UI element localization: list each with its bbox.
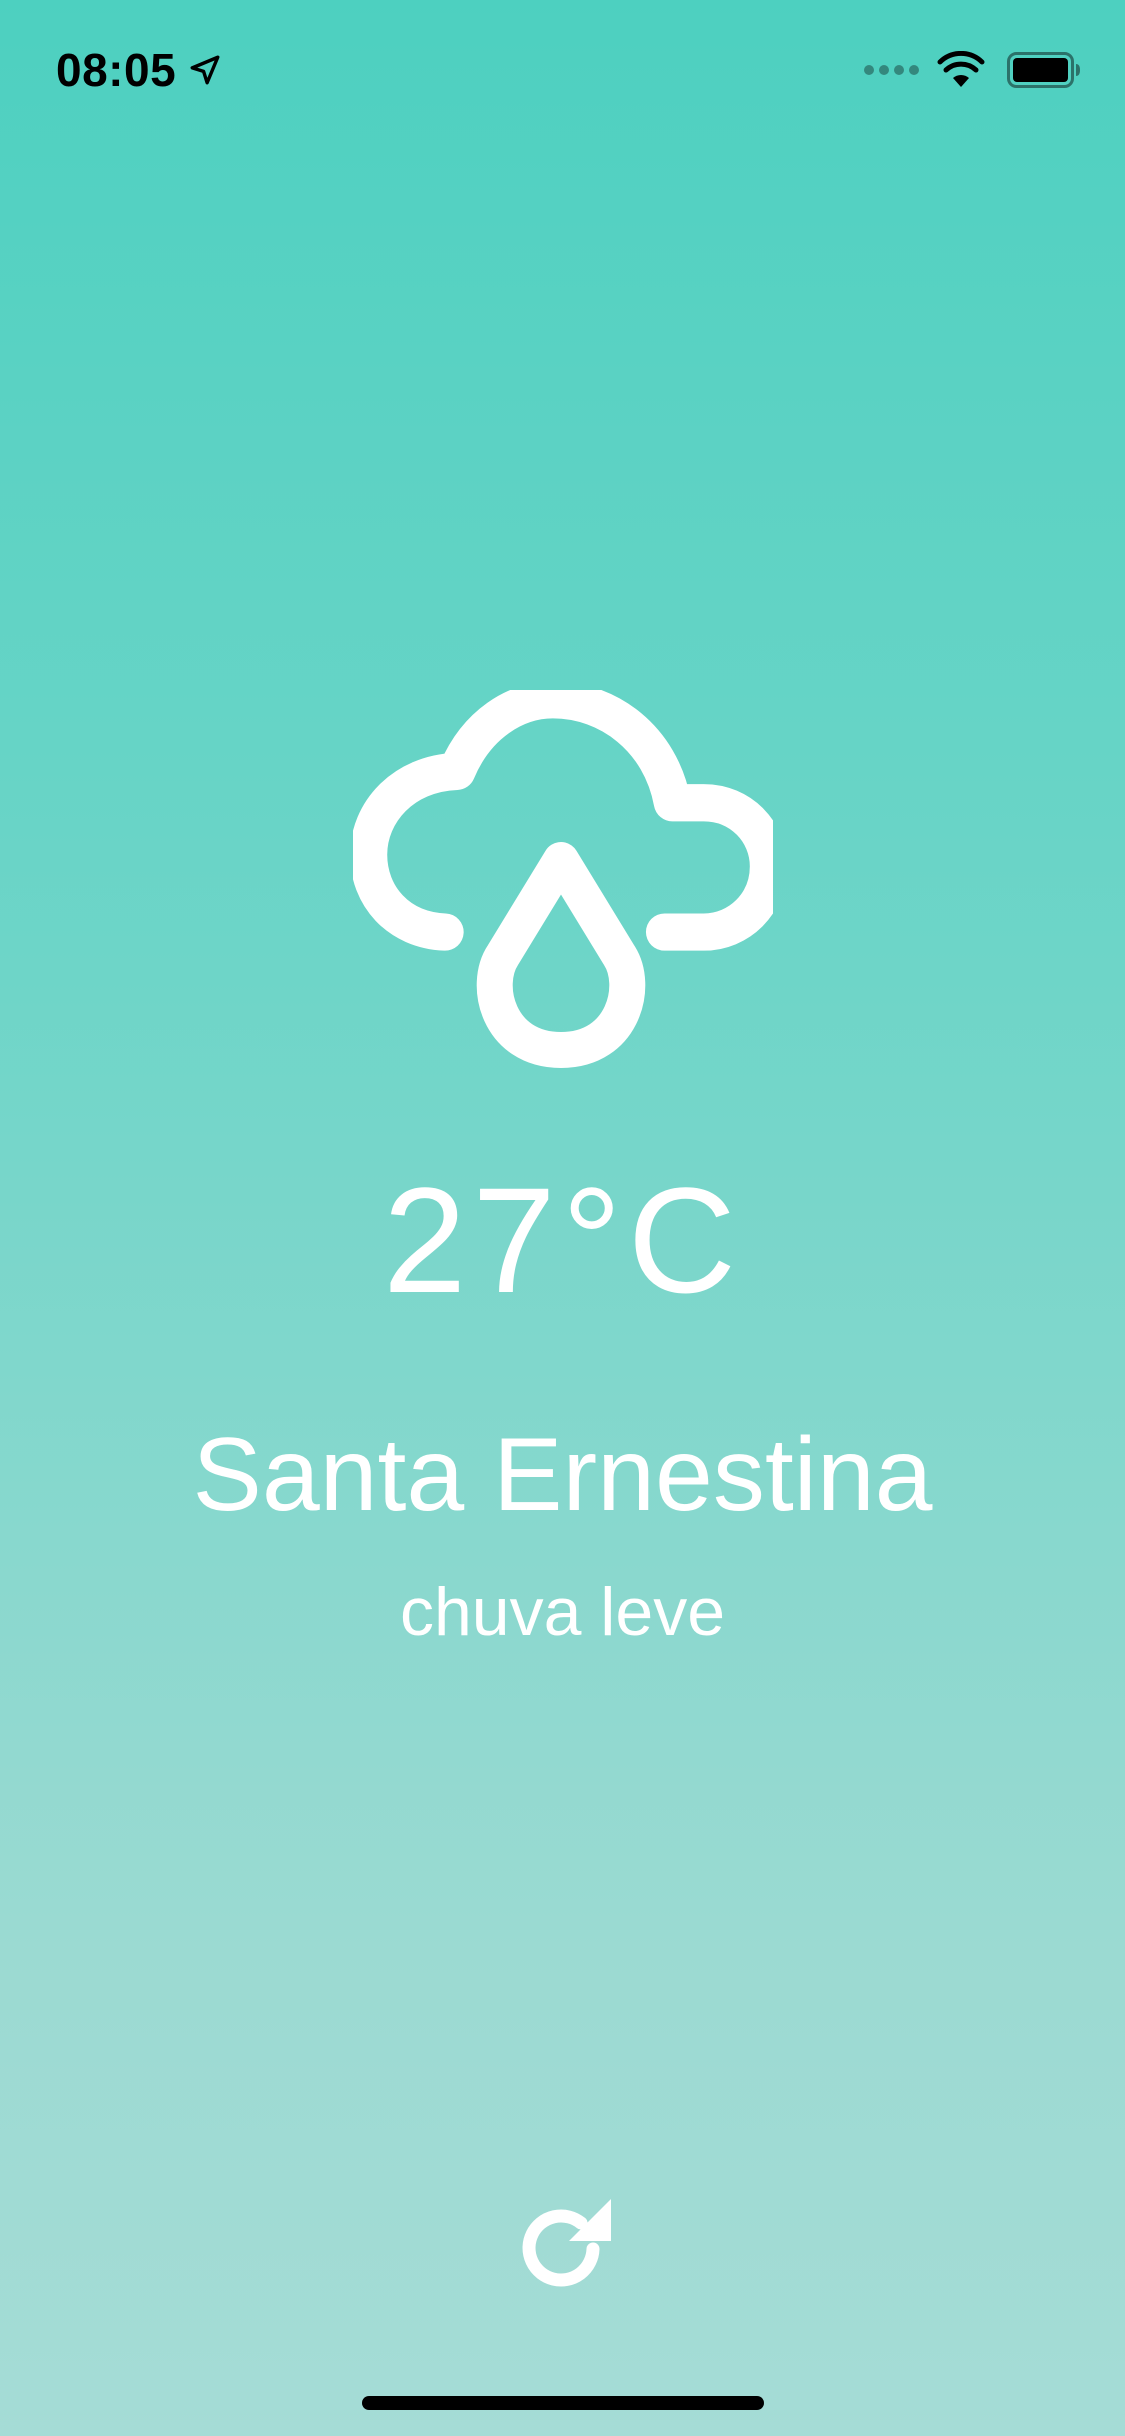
status-time-group: 08:05 — [56, 40, 222, 100]
status-bar: 08:05 — [0, 0, 1125, 140]
refresh-button[interactable] — [511, 2195, 615, 2299]
status-icons — [864, 48, 1081, 92]
battery-icon — [1007, 52, 1080, 88]
cloud-rain-icon — [353, 690, 773, 1068]
city-name: Santa Ernestina — [192, 1417, 933, 1533]
temperature: 27°C — [382, 1156, 743, 1324]
wifi-icon — [937, 51, 985, 87]
refresh-icon — [522, 2199, 611, 2287]
home-indicator[interactable] — [362, 2396, 764, 2410]
weather-description: chuva leve — [399, 1574, 726, 1650]
signal-icon — [864, 65, 919, 75]
status-time: 08:05 — [56, 44, 177, 96]
weather-screen: 08:05 27°C Santa Ernestina chuva leve — [0, 0, 1125, 2436]
location-arrow-icon — [190, 55, 220, 85]
